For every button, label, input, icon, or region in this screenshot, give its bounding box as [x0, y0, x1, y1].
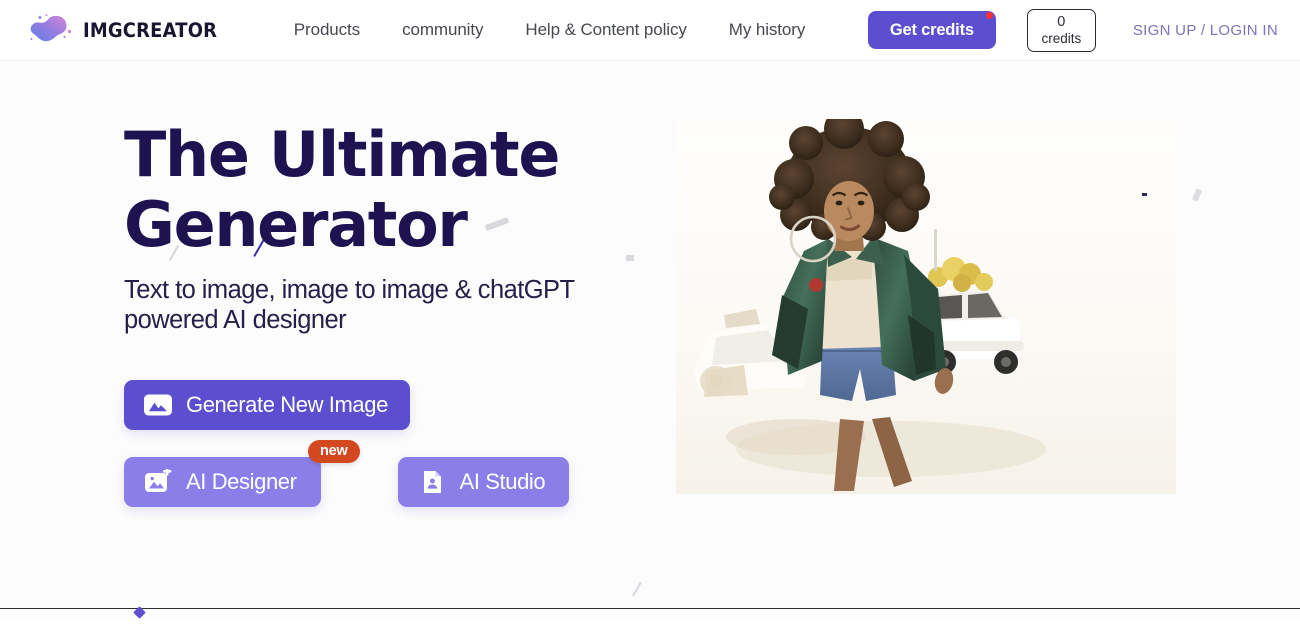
- nav-links: Products community Help & Content policy…: [273, 14, 826, 46]
- headline-line-2: Generator: [124, 188, 468, 261]
- hero-content: The Ultimate Generator Text to image, im…: [124, 124, 684, 508]
- document-person-icon: [417, 469, 447, 495]
- signup-login-link[interactable]: SIGN UP / LOGIN IN: [1133, 22, 1278, 39]
- credits-label: credits: [1041, 30, 1082, 46]
- headline-line-1: The Ultimate: [124, 118, 560, 191]
- nav-link-community[interactable]: community: [381, 14, 504, 46]
- notification-dot-icon: [985, 12, 993, 19]
- decor-dash-topright: [1191, 188, 1203, 202]
- nav-link-help-content-policy[interactable]: Help & Content policy: [504, 14, 707, 46]
- page-title: The Ultimate Generator: [124, 124, 684, 256]
- nav-link-products[interactable]: Products: [273, 14, 381, 46]
- get-credits-button[interactable]: Get credits: [867, 11, 996, 49]
- brand-name: IMGCREATOR: [83, 18, 218, 42]
- blob-splatter-logo-icon: [26, 13, 74, 47]
- decor-slash-gray-2: [632, 581, 643, 597]
- hero-cta-group: Generate New Image AI Designer new AI St…: [124, 380, 684, 508]
- image-mountain-icon: [143, 392, 173, 418]
- hero-image-illustration: [676, 119, 1176, 494]
- get-credits-wrapper: Get credits: [867, 11, 996, 49]
- hero-cta-row-2: AI Designer new AI Studio: [124, 440, 684, 508]
- ai-designer-label: AI Designer: [186, 469, 297, 495]
- nav-right-actions: Get credits 0 credits SIGN UP / LOGIN IN: [867, 8, 1278, 52]
- section-divider: [0, 608, 1300, 609]
- new-badge: new: [307, 440, 360, 464]
- ai-studio-label: AI Studio: [459, 469, 546, 495]
- generate-new-image-button[interactable]: Generate New Image: [124, 380, 410, 431]
- generate-new-image-label: Generate New Image: [186, 392, 388, 418]
- top-navbar: IMGCREATOR Products community Help & Con…: [0, 0, 1300, 61]
- ai-studio-button[interactable]: AI Studio: [397, 457, 570, 508]
- image-plus-icon: [143, 469, 173, 495]
- credits-count: 0: [1057, 14, 1066, 31]
- nav-link-my-history[interactable]: My history: [708, 14, 826, 46]
- hero-showcase-image: [676, 119, 1176, 494]
- brand-logo-link[interactable]: IMGCREATOR: [26, 13, 229, 47]
- hero-section: The Ultimate Generator Text to image, im…: [0, 61, 1300, 619]
- hero-subtitle: Text to image, image to image & chatGPT …: [124, 276, 575, 335]
- ai-designer-wrapper: AI Designer new: [124, 440, 360, 508]
- credits-balance-box[interactable]: 0 credits: [1026, 8, 1096, 52]
- ai-designer-button[interactable]: AI Designer: [124, 457, 321, 508]
